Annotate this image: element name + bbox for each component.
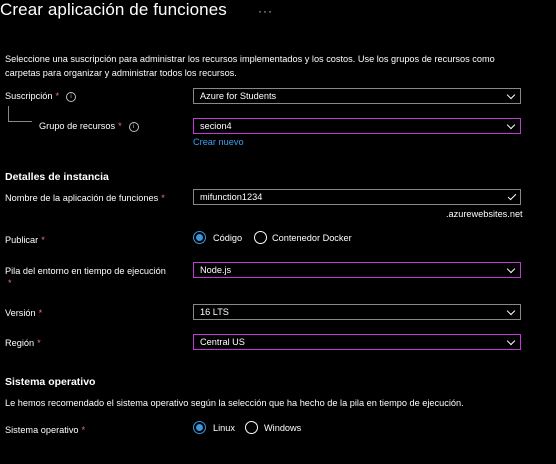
- chevron-down-icon: [506, 120, 516, 130]
- checkmark-icon: [507, 191, 517, 201]
- os-linux-label: Linux: [213, 423, 235, 433]
- region-label-row: Región *: [5, 338, 41, 348]
- subscription-description: Seleccione una suscripción para administ…: [5, 54, 495, 78]
- chevron-down-icon: [506, 306, 516, 316]
- publish-code-radio[interactable]: [193, 231, 206, 244]
- page-title: Crear aplicación de funciones: [0, 0, 227, 19]
- app-name-label: Nombre de la aplicación de funciones: [5, 193, 159, 203]
- os-windows-label: Windows: [264, 423, 302, 433]
- app-name-input[interactable]: mifunction1234: [193, 189, 521, 205]
- resource-group-label-row: Grupo de recursos * i: [39, 121, 139, 132]
- info-icon[interactable]: i: [128, 121, 139, 132]
- region-select[interactable]: Central US: [193, 334, 521, 350]
- publish-code-label: Código: [213, 233, 243, 243]
- more-options-icon[interactable]: ···: [258, 4, 273, 18]
- version-value: 16 LTS: [200, 307, 229, 317]
- create-new-link[interactable]: Crear nuevo: [193, 137, 244, 147]
- subscription-select[interactable]: Azure for Students: [193, 88, 521, 104]
- resource-group-label: Grupo de recursos: [39, 121, 116, 131]
- publish-label-row: Publicar *: [5, 235, 45, 245]
- stack-label-row: Pila del entorno en tiempo de ejecución *: [5, 265, 190, 289]
- region-label: Región: [5, 338, 35, 348]
- os-label-row: Sistema operativo *: [5, 425, 85, 435]
- required-marker: *: [81, 425, 86, 435]
- app-name-value: mifunction1234: [200, 192, 263, 202]
- os-windows-radio[interactable]: [245, 421, 258, 434]
- os-label: Sistema operativo: [5, 425, 79, 435]
- os-description: Le hemos recomendado el sistema operativ…: [5, 398, 464, 408]
- publish-docker-label: Contenedor Docker: [272, 233, 352, 243]
- required-marker: *: [8, 278, 12, 288]
- required-marker: *: [118, 121, 122, 131]
- tree-connector-vertical: [8, 106, 9, 122]
- subscription-label-row: Suscripción * i: [5, 91, 77, 102]
- chevron-down-icon: [506, 264, 516, 274]
- version-label-row: Versión *: [5, 308, 42, 318]
- region-value: Central US: [200, 337, 245, 347]
- required-marker: *: [55, 91, 60, 101]
- publish-label: Publicar: [5, 235, 39, 245]
- runtime-stack-value: Node.js: [200, 265, 232, 275]
- info-icon[interactable]: i: [66, 91, 77, 102]
- subscription-label: Suscripción: [5, 91, 53, 101]
- tree-connector-horizontal: [8, 121, 32, 122]
- stack-label: Pila del entorno en tiempo de ejecución: [5, 266, 166, 276]
- instance-details-heading: Detalles de instancia: [5, 171, 109, 183]
- required-marker: *: [37, 338, 41, 348]
- os-linux-radio[interactable]: [193, 421, 206, 434]
- subscription-value: Azure for Students: [200, 91, 277, 101]
- resource-group-select[interactable]: secion4: [193, 118, 521, 134]
- required-marker: *: [38, 308, 43, 318]
- required-marker: *: [41, 235, 45, 245]
- runtime-stack-select[interactable]: Node.js: [193, 262, 521, 278]
- resource-group-value: secion4: [200, 121, 232, 131]
- chevron-down-icon: [506, 336, 516, 346]
- os-heading: Sistema operativo: [5, 376, 96, 388]
- chevron-down-icon: [506, 90, 516, 100]
- domain-suffix: .azurewebsites.net: [446, 209, 523, 219]
- required-marker: *: [161, 193, 165, 203]
- version-select[interactable]: 16 LTS: [193, 304, 521, 320]
- app-name-label-row: Nombre de la aplicación de funciones *: [5, 193, 165, 203]
- publish-docker-radio[interactable]: [254, 231, 267, 244]
- version-label: Versión: [5, 308, 36, 318]
